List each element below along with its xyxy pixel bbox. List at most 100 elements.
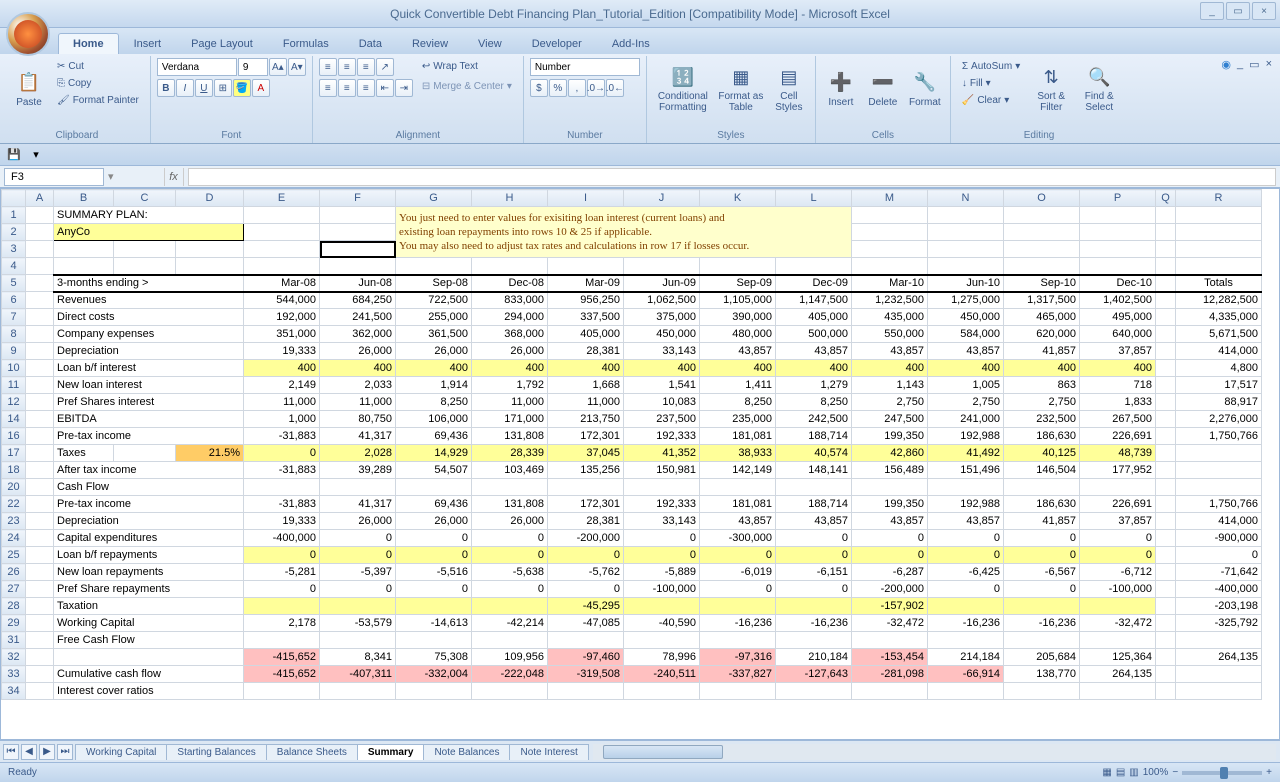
cell[interactable]: 151,496 (928, 462, 1004, 479)
view-layout-icon[interactable]: ▤ (1116, 767, 1125, 778)
company-name-cell[interactable]: AnyCo (54, 224, 244, 241)
cell[interactable]: -6,019 (700, 564, 776, 581)
cell[interactable] (1156, 207, 1176, 224)
cell[interactable] (1156, 581, 1176, 598)
cell[interactable] (26, 309, 54, 326)
cell[interactable]: 205,684 (1004, 649, 1080, 666)
cell[interactable] (1156, 598, 1176, 615)
cell[interactable]: 0 (244, 547, 320, 564)
cell[interactable]: 241,500 (320, 309, 396, 326)
bold-button[interactable]: B (157, 79, 175, 97)
cell[interactable] (700, 258, 776, 275)
namebox-dropdown-icon[interactable]: ▾ (108, 170, 114, 183)
cell[interactable] (852, 683, 928, 700)
cell[interactable]: 722,500 (396, 292, 472, 309)
row-header-2[interactable]: 2 (2, 224, 26, 241)
clear-button[interactable]: 🧹Clear ▾ (957, 92, 1025, 109)
cell[interactable]: 1,062,500 (624, 292, 700, 309)
cell[interactable] (1080, 207, 1156, 224)
column-header-R[interactable]: R (1176, 190, 1262, 207)
align-right-button[interactable]: ≡ (357, 79, 375, 97)
last-sheet-button[interactable]: ⏭ (57, 744, 73, 760)
cell[interactable]: 125,364 (1080, 649, 1156, 666)
cell[interactable]: 28,339 (472, 445, 548, 462)
cell[interactable]: 1,668 (548, 377, 624, 394)
cell[interactable] (928, 598, 1004, 615)
cell[interactable]: -16,236 (776, 615, 852, 632)
period-header[interactable]: Mar-09 (548, 275, 624, 292)
cell[interactable] (396, 683, 472, 700)
cell[interactable]: 171,000 (472, 411, 548, 428)
cell[interactable]: -47,085 (548, 615, 624, 632)
row-header-20[interactable]: 20 (2, 479, 26, 496)
cell[interactable]: -319,508 (548, 666, 624, 683)
cell[interactable]: 0 (852, 530, 928, 547)
row-label[interactable]: Working Capital (54, 615, 244, 632)
period-header[interactable]: Jun-08 (320, 275, 396, 292)
italic-button[interactable]: I (176, 79, 194, 97)
cell[interactable]: -157,902 (852, 598, 928, 615)
cell[interactable]: 214,184 (928, 649, 1004, 666)
format-painter-button[interactable]: 🖌Format Painter (52, 92, 144, 109)
cell[interactable] (1080, 598, 1156, 615)
cell[interactable] (472, 632, 548, 649)
cell[interactable] (26, 496, 54, 513)
cell[interactable]: -222,048 (472, 666, 548, 683)
cell-total[interactable]: -203,198 (1176, 598, 1262, 615)
view-pagebreak-icon[interactable]: ▥ (1129, 767, 1138, 778)
row-header-17[interactable]: 17 (2, 445, 26, 462)
cell[interactable] (1156, 513, 1176, 530)
cell[interactable]: 41,857 (1004, 343, 1080, 360)
cell[interactable] (244, 479, 320, 496)
cell[interactable]: 181,081 (700, 428, 776, 445)
cell[interactable] (176, 258, 244, 275)
cell[interactable]: 11,000 (472, 394, 548, 411)
cell[interactable] (1176, 479, 1262, 496)
sheet-tab-balance-sheets[interactable]: Balance Sheets (266, 744, 358, 760)
border-button[interactable]: ⊞ (214, 79, 232, 97)
cell[interactable]: 237,500 (624, 411, 700, 428)
cell[interactable]: 550,000 (852, 326, 928, 343)
cell[interactable] (928, 632, 1004, 649)
cell[interactable]: -127,643 (776, 666, 852, 683)
decrease-font-button[interactable]: A▾ (288, 58, 306, 76)
tab-review[interactable]: Review (397, 33, 463, 54)
cell[interactable]: 0 (852, 547, 928, 564)
name-box[interactable] (4, 168, 104, 186)
cell[interactable] (776, 258, 852, 275)
format-cells-button[interactable]: 🔧Format (906, 58, 944, 120)
row-header-5[interactable]: 5 (2, 275, 26, 292)
cell[interactable] (1176, 632, 1262, 649)
period-header[interactable]: Sep-09 (700, 275, 776, 292)
row-header-28[interactable]: 28 (2, 598, 26, 615)
cell[interactable] (852, 224, 928, 241)
help-icon[interactable]: ◉ (1221, 58, 1231, 71)
row-header-3[interactable]: 3 (2, 241, 26, 258)
column-header-A[interactable]: A (26, 190, 54, 207)
totals-header[interactable]: Totals (1176, 275, 1262, 292)
cell[interactable]: 0 (624, 530, 700, 547)
cell[interactable]: 135,256 (548, 462, 624, 479)
cell[interactable]: -100,000 (624, 581, 700, 598)
cell[interactable] (26, 292, 54, 309)
cell[interactable]: 43,857 (776, 343, 852, 360)
row-header-14[interactable]: 14 (2, 411, 26, 428)
cell[interactable]: 400 (928, 360, 1004, 377)
cell[interactable]: -32,472 (852, 615, 928, 632)
cell[interactable] (26, 326, 54, 343)
cell[interactable] (244, 598, 320, 615)
cell[interactable]: 0 (320, 530, 396, 547)
cell[interactable]: -97,316 (700, 649, 776, 666)
cell[interactable]: 863 (1004, 377, 1080, 394)
cell[interactable] (26, 547, 54, 564)
row-label[interactable]: Loan b/f repayments (54, 547, 244, 564)
cell[interactable]: 226,691 (1080, 428, 1156, 445)
cell[interactable]: -16,236 (928, 615, 1004, 632)
cell[interactable]: 0 (396, 547, 472, 564)
column-header-O[interactable]: O (1004, 190, 1080, 207)
cell[interactable] (776, 479, 852, 496)
cell[interactable]: 1,232,500 (852, 292, 928, 309)
save-button[interactable]: 💾 (6, 147, 22, 163)
insert-cells-button[interactable]: ➕Insert (822, 58, 860, 120)
cell[interactable]: 37,857 (1080, 513, 1156, 530)
